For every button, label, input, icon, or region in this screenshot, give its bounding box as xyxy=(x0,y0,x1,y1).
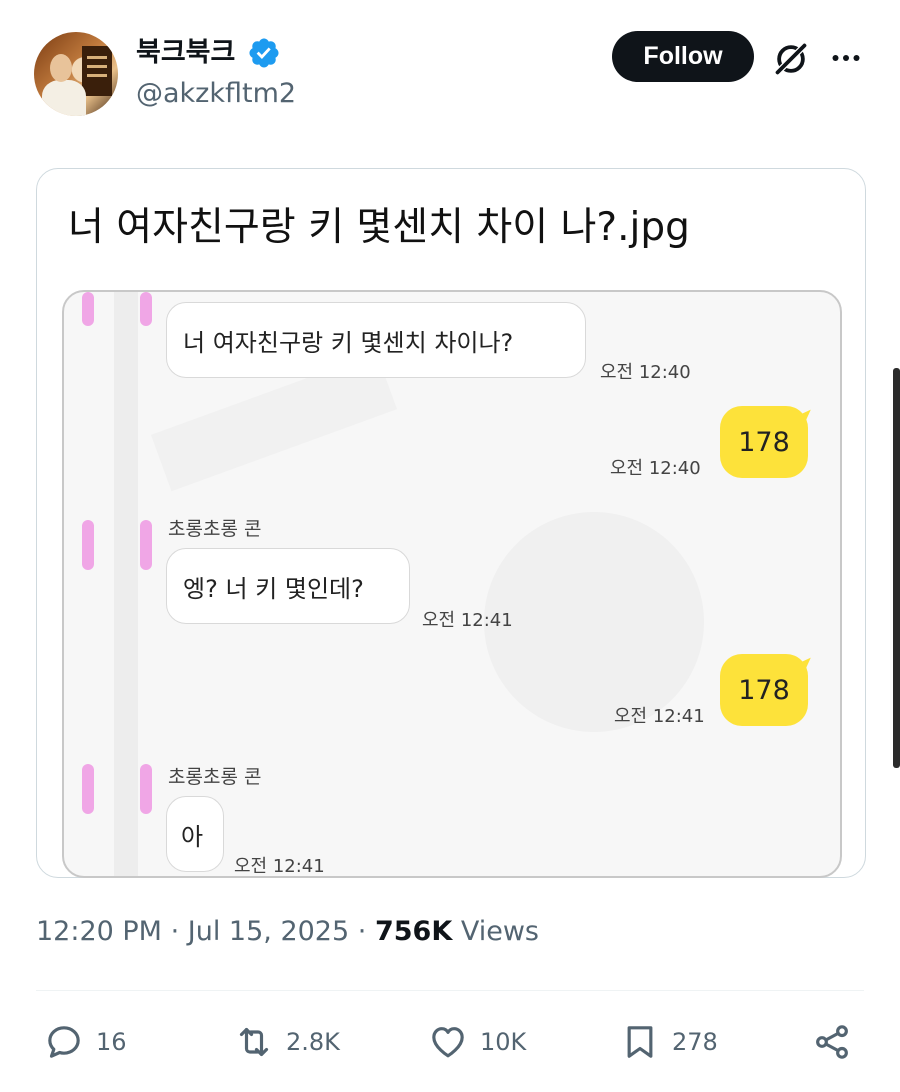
views-label: Views xyxy=(460,916,539,947)
repost-count: 2.8K xyxy=(286,1028,340,1056)
chat-message-text: 아 xyxy=(181,822,204,851)
chat-message-text: 엥? 너 키 몇인데? xyxy=(183,574,364,603)
avatar-figure xyxy=(42,80,86,116)
repost-button[interactable]: 2.8K xyxy=(234,1020,340,1064)
like-count: 10K xyxy=(480,1028,527,1056)
profile-edge-marker xyxy=(82,764,94,814)
share-button[interactable] xyxy=(812,1020,852,1064)
chat-left-strip xyxy=(114,292,138,876)
grok-icon[interactable] xyxy=(772,40,810,78)
chat-bubble-outgoing: 178 xyxy=(720,654,808,726)
chat-timestamp: 오전 12:41 xyxy=(422,610,513,631)
chat-sender-name: 초롱초롱 콘 xyxy=(168,518,262,540)
reply-icon xyxy=(48,1026,80,1058)
author-handle[interactable]: @akzkfltm2 xyxy=(136,78,296,109)
author-display-name[interactable]: 북크북크 xyxy=(136,30,235,69)
avatar-face xyxy=(50,54,72,82)
verified-badge-icon xyxy=(249,38,279,68)
chat-timestamp: 오전 12:40 xyxy=(600,362,691,383)
share-icon xyxy=(816,1025,848,1059)
reply-count: 16 xyxy=(96,1028,127,1056)
meta-separator: · xyxy=(170,916,180,947)
chat-bubble-incoming: 너 여자친구랑 키 몇센치 차이나? xyxy=(166,302,586,378)
chat-sender-name: 초롱초롱 콘 xyxy=(168,766,262,788)
author-avatar[interactable] xyxy=(34,32,118,116)
views-count: 756K xyxy=(374,916,453,947)
scrollbar[interactable] xyxy=(893,368,900,768)
watermark xyxy=(484,512,704,732)
post-meta: 12:20 PM · Jul 15, 2025 · 756K Views xyxy=(36,916,539,947)
more-icon[interactable] xyxy=(828,40,864,76)
meta-separator: · xyxy=(357,916,367,947)
profile-edge-marker xyxy=(140,520,152,570)
post-date[interactable]: Jul 15, 2025 xyxy=(188,916,349,947)
avatar-book xyxy=(82,46,112,96)
profile-edge-marker xyxy=(82,292,94,326)
repost-icon xyxy=(239,1027,269,1057)
reply-button[interactable]: 16 xyxy=(44,1020,127,1064)
chat-bubble-incoming: 엥? 너 키 몇인데? xyxy=(166,548,410,624)
post-time[interactable]: 12:20 PM xyxy=(36,916,162,947)
bookmark-icon xyxy=(627,1026,653,1058)
chat-bubble-incoming: 아 xyxy=(166,796,224,872)
chat-message-text: 178 xyxy=(738,426,790,458)
chat-message-text: 너 여자친구랑 키 몇센치 차이나? xyxy=(183,328,514,357)
chat-bubble-outgoing: 178 xyxy=(720,406,808,478)
chat-screenshot: 너 여자친구랑 키 몇센치 차이나? 오전 12:40 178 오전 12:40… xyxy=(62,290,842,878)
bookmark-button[interactable]: 278 xyxy=(620,1020,718,1064)
like-button[interactable]: 10K xyxy=(428,1020,526,1064)
chat-timestamp: 오전 12:40 xyxy=(610,458,701,479)
divider xyxy=(36,990,864,991)
profile-edge-marker xyxy=(82,520,94,570)
chat-message-text: 178 xyxy=(738,674,790,706)
bookmark-count: 278 xyxy=(672,1028,718,1056)
chat-timestamp: 오전 12:41 xyxy=(234,856,325,877)
image-title: 너 여자친구랑 키 몇센치 차이 나?.jpg xyxy=(68,205,690,250)
profile-edge-marker xyxy=(140,764,152,814)
follow-button[interactable]: Follow xyxy=(612,31,754,82)
chat-timestamp: 오전 12:41 xyxy=(614,706,705,727)
profile-edge-marker xyxy=(140,292,152,326)
heart-icon xyxy=(432,1027,464,1058)
